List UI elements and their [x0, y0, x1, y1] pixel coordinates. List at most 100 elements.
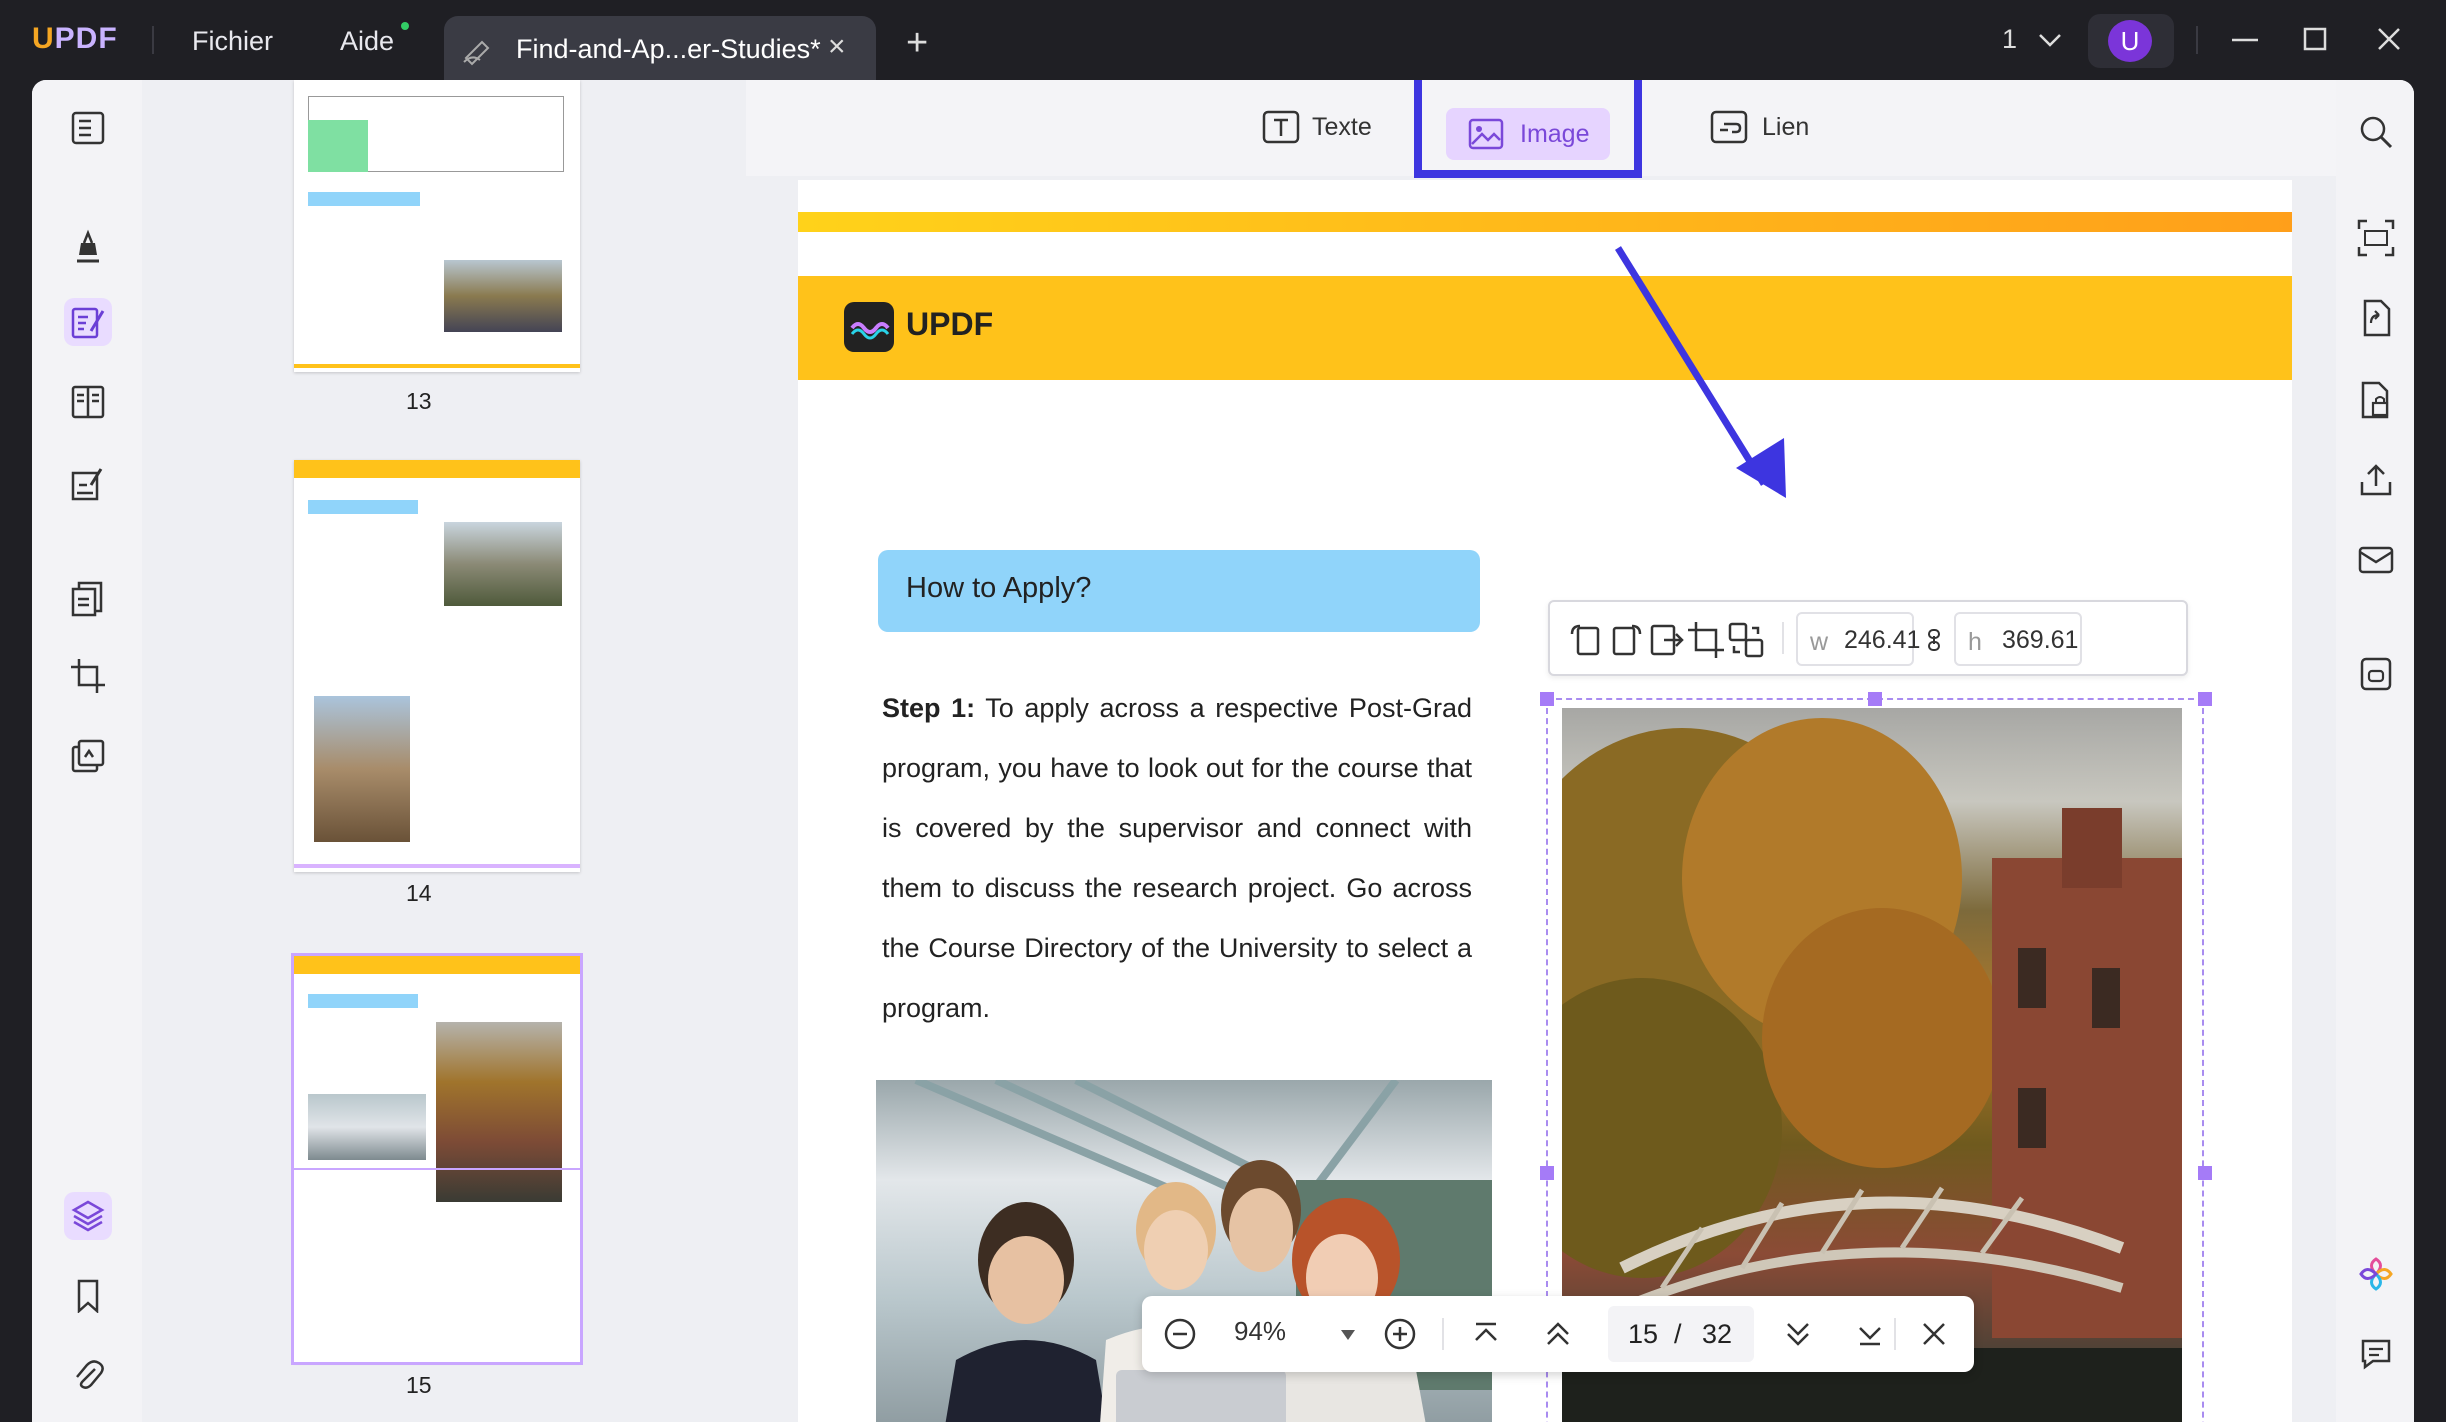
right-toolbar	[2336, 80, 2414, 1422]
ocr-icon[interactable]	[2356, 218, 2396, 258]
menu-file[interactable]: Fichier	[192, 26, 273, 57]
thumbnail-label: 15	[406, 1372, 432, 1398]
left-toolbar	[32, 80, 142, 1422]
save-icon[interactable]	[2356, 654, 2396, 694]
notification-dot	[401, 22, 409, 30]
rotate-right-icon[interactable]	[1606, 620, 1646, 660]
share-icon[interactable]	[2356, 460, 2396, 500]
zoom-out-icon[interactable]	[1158, 1312, 1202, 1356]
zoom-navigation-bar: 94% 15 / 32	[1142, 1296, 1974, 1372]
updf-logo: UPDF	[32, 22, 118, 55]
divider	[2196, 26, 2198, 54]
replace-image-icon[interactable]	[1726, 620, 1766, 660]
comment-icon[interactable]	[2356, 1334, 2396, 1374]
menu-help[interactable]: Aide	[340, 26, 394, 57]
page-number-field[interactable]: 15 / 32	[1608, 1306, 1754, 1362]
thumb-footer	[294, 364, 580, 368]
thumb-footer	[294, 864, 580, 868]
zoom-value[interactable]: 94%	[1234, 1316, 1286, 1347]
thumb-banner	[294, 460, 580, 478]
resize-handle[interactable]	[2198, 692, 2212, 706]
new-tab-button[interactable]: +	[906, 22, 928, 65]
pages-icon[interactable]	[64, 574, 112, 622]
divider	[1782, 622, 1784, 654]
resize-handle[interactable]	[1868, 692, 1882, 706]
page-banner: UPDF	[798, 276, 2292, 380]
current-page: 15	[1628, 1319, 1659, 1349]
attachment-icon[interactable]	[64, 1352, 112, 1400]
add-text-button[interactable]: Texte	[1262, 110, 1372, 144]
crop-icon[interactable]	[1686, 620, 1726, 660]
thumb-photo	[444, 260, 562, 332]
page-selector[interactable]: 1	[2002, 24, 2063, 55]
layers-icon[interactable]	[64, 1192, 112, 1240]
thumb-photo	[444, 522, 562, 606]
batch-icon[interactable]	[64, 732, 112, 780]
highlight-box	[1414, 80, 1642, 178]
ai-assistant-icon[interactable]	[2356, 1254, 2396, 1294]
search-icon[interactable]	[2356, 112, 2396, 152]
step-label: Step 1:	[882, 693, 976, 723]
minimize-icon[interactable]	[2230, 30, 2260, 50]
close-bar-icon[interactable]	[1912, 1312, 1956, 1356]
previous-page-icon[interactable]	[1536, 1312, 1580, 1356]
thumbnail-page-14[interactable]	[294, 460, 580, 872]
thumb-photo	[314, 696, 410, 842]
thumbnail-page-15[interactable]	[291, 953, 583, 1365]
first-page-icon[interactable]	[1464, 1312, 1508, 1356]
divider	[152, 26, 154, 54]
highlighter-icon[interactable]	[64, 224, 112, 272]
text-label: Texte	[1312, 112, 1372, 141]
main-area: 13 14 15 Texte Image Lien UPDF How to Ap…	[32, 80, 2414, 1422]
edit-pdf-icon[interactable]	[64, 298, 112, 346]
section-heading-box[interactable]: How to Apply?	[878, 550, 1480, 632]
thumb-heading	[308, 500, 418, 514]
tab-title: Find-and-Ap...er-Studies*	[516, 34, 821, 64]
close-window-icon[interactable]	[2376, 26, 2402, 52]
convert-icon[interactable]	[2356, 298, 2396, 338]
thumb-banner	[294, 956, 580, 974]
maximize-icon[interactable]	[2302, 26, 2328, 52]
user-avatar-button[interactable]: U	[2088, 14, 2174, 68]
step-paragraph[interactable]: Step 1: To apply across a respective Pos…	[882, 678, 1472, 1038]
lock-ratio-icon[interactable]	[1922, 626, 1946, 654]
thumb-heading	[308, 192, 420, 206]
zoom-dropdown-icon[interactable]	[1338, 1328, 1358, 1342]
reader-icon[interactable]	[64, 104, 112, 152]
close-tab-icon[interactable]: ×	[828, 30, 846, 64]
add-link-button[interactable]: Lien	[1710, 110, 1809, 144]
page-selector-value: 1	[2002, 24, 2018, 54]
crop-pages-icon[interactable]	[64, 652, 112, 700]
thumb-cell	[308, 120, 368, 172]
fill-sign-icon[interactable]	[64, 460, 112, 508]
height-field[interactable]: h 369.61	[1954, 612, 2082, 666]
resize-handle[interactable]	[1540, 1166, 1554, 1180]
organize-icon[interactable]	[64, 378, 112, 426]
text-icon	[1262, 110, 1300, 144]
edit-doc-icon	[463, 40, 490, 66]
resize-handle[interactable]	[2198, 1166, 2212, 1180]
protect-icon[interactable]	[2356, 380, 2396, 420]
divider	[1894, 1318, 1896, 1350]
email-icon[interactable]	[2356, 540, 2396, 580]
rotate-left-icon[interactable]	[1566, 620, 1606, 660]
page-separator: /	[1674, 1319, 1682, 1349]
bookmark-icon[interactable]	[64, 1272, 112, 1320]
extract-image-icon[interactable]	[1646, 620, 1686, 660]
avatar: U	[2108, 20, 2152, 62]
edit-toolbar: Texte Image Lien	[746, 80, 2336, 178]
step-text: To apply across a respective Post-Grad p…	[882, 693, 1472, 1023]
next-page-icon[interactable]	[1776, 1312, 1820, 1356]
document-tab[interactable]: Find-and-Ap...er-Studies* ×	[444, 16, 876, 80]
title-bar: UPDF Fichier Aide Find-and-Ap...er-Studi…	[0, 0, 2446, 80]
link-label: Lien	[1762, 112, 1810, 141]
resize-handle[interactable]	[1540, 692, 1554, 706]
thumb-photo	[436, 1022, 562, 1202]
thumb-photo	[308, 1094, 426, 1160]
thumbnail-page-13[interactable]	[294, 80, 580, 372]
zoom-in-icon[interactable]	[1378, 1312, 1422, 1356]
width-field[interactable]: w 246.41	[1796, 612, 1920, 666]
total-pages: 32	[1702, 1319, 1733, 1349]
last-page-icon[interactable]	[1848, 1312, 1892, 1356]
thumbnail-label: 13	[406, 388, 432, 414]
